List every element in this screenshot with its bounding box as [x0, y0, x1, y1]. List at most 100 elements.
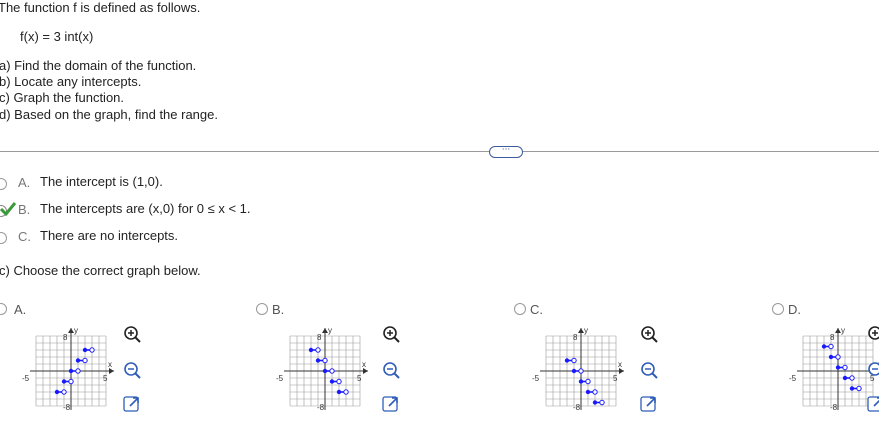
check-icon — [0, 202, 17, 217]
open-point — [828, 343, 834, 350]
x-axis-label: x — [108, 360, 112, 369]
open-point — [343, 389, 349, 395]
y-tick-label: 8 — [573, 333, 578, 342]
y-axis-label: y — [584, 326, 588, 335]
part-a: a) Find the domain of the function. — [0, 58, 197, 73]
option-a-text[interactable]: The intercept is (1,0). — [40, 174, 163, 189]
open-point — [571, 357, 577, 364]
magnifier-handle — [134, 336, 141, 343]
zoom-out-icon[interactable] — [866, 360, 879, 380]
closed-point — [308, 347, 314, 353]
open-point — [849, 375, 855, 381]
option-b-text[interactable]: The intercepts are (x,0) for 0 ≤ x < 1. — [40, 201, 251, 216]
option-b-letter: B. — [18, 202, 31, 217]
graph-a[interactable]: y x5 -5 8 -8 — [22, 322, 118, 418]
section-divider — [0, 151, 879, 152]
closed-point — [821, 344, 827, 349]
closed-point — [571, 368, 577, 374]
magnifier-handle — [651, 372, 658, 379]
radio-option-a[interactable] — [0, 178, 7, 190]
closed-point — [564, 358, 570, 363]
x-tick-label: 5 — [613, 374, 618, 383]
graph-c[interactable]: y x5 -5 8 -8 — [532, 322, 628, 418]
magnifier-handle — [134, 372, 141, 379]
open-point — [89, 347, 95, 353]
y-axis-label: y — [74, 326, 78, 335]
part-b: b) Locate any intercepts. — [0, 74, 142, 89]
more-button[interactable]: ··· — [489, 146, 523, 158]
zoom-out-icon[interactable] — [381, 360, 401, 380]
closed-point — [842, 375, 848, 381]
expand-icon[interactable] — [866, 394, 879, 414]
open-point — [599, 399, 605, 406]
expand-frame — [867, 396, 879, 412]
magnifier-handle — [393, 336, 400, 343]
closed-point — [75, 358, 81, 363]
closed-point — [329, 379, 335, 384]
y-tick-label: -8 — [63, 403, 71, 412]
option-c-text[interactable]: There are no intercepts. — [40, 228, 178, 243]
x-tick-label: -5 — [276, 374, 284, 383]
open-point — [82, 357, 88, 364]
closed-point — [315, 358, 321, 363]
zoom-in-icon[interactable] — [122, 324, 142, 344]
open-point — [68, 378, 74, 385]
y-tick-label: -8 — [830, 403, 838, 412]
closed-point — [61, 379, 67, 384]
closed-point — [585, 389, 591, 395]
graph-prompt: c) Choose the correct graph below. — [0, 263, 201, 278]
part-d: d) Based on the graph, find the range. — [0, 107, 218, 122]
x-tick-label: -5 — [22, 374, 30, 383]
x-tick-label: 5 — [357, 374, 362, 383]
closed-point — [592, 400, 598, 405]
y-tick-label: 8 — [830, 333, 835, 342]
y-tick-label: -8 — [317, 403, 325, 412]
closed-point — [82, 347, 88, 353]
expand-icon[interactable] — [122, 394, 142, 414]
open-point — [835, 354, 841, 360]
open-point — [61, 389, 67, 395]
closed-point — [322, 368, 328, 374]
zoom-in-icon[interactable] — [639, 324, 659, 344]
open-point — [842, 364, 848, 371]
closed-point — [835, 365, 841, 370]
closed-point — [68, 368, 74, 374]
y-tick-label: -8 — [573, 403, 581, 412]
x-tick-label: -5 — [789, 374, 797, 383]
graph-c-letter: C. — [530, 302, 543, 317]
graph-a-letter: A. — [14, 302, 27, 317]
x-axis-label: x — [618, 360, 622, 369]
expand-icon[interactable] — [639, 394, 659, 414]
open-point — [315, 347, 321, 353]
y-axis-label: y — [841, 326, 845, 335]
x-axis-label: x — [362, 360, 366, 369]
option-c-letter: C. — [18, 229, 31, 244]
closed-point — [336, 389, 342, 395]
zoom-out-icon[interactable] — [639, 360, 659, 380]
zoom-in-icon[interactable] — [866, 324, 879, 344]
y-tick-label: 8 — [63, 333, 68, 342]
radio-graph-c[interactable] — [514, 303, 526, 315]
problem-intro: The function f is defined as follows. — [0, 0, 201, 15]
radio-graph-d[interactable] — [772, 303, 784, 315]
radio-graph-b[interactable] — [256, 303, 268, 315]
open-point — [75, 368, 81, 374]
open-point — [336, 378, 342, 385]
graph-b[interactable]: y x5 -5 8 -8 — [276, 322, 372, 418]
x-tick-label: 5 — [103, 374, 108, 383]
zoom-out-icon[interactable] — [122, 360, 142, 380]
closed-point — [849, 386, 855, 391]
option-a-letter: A. — [18, 175, 31, 190]
radio-graph-a[interactable] — [0, 303, 7, 315]
graph-b-letter: B. — [272, 302, 285, 317]
radio-option-c[interactable] — [0, 232, 7, 244]
closed-point — [578, 379, 584, 384]
function-definition: f(x) = 3 int(x) — [20, 29, 94, 44]
zoom-in-icon[interactable] — [381, 324, 401, 344]
graph-d-letter: D. — [788, 302, 801, 317]
open-point — [585, 378, 591, 385]
closed-point — [54, 389, 60, 395]
y-tick-label: 8 — [317, 333, 322, 342]
expand-icon[interactable] — [381, 394, 401, 414]
x-tick-label: -5 — [532, 374, 540, 383]
